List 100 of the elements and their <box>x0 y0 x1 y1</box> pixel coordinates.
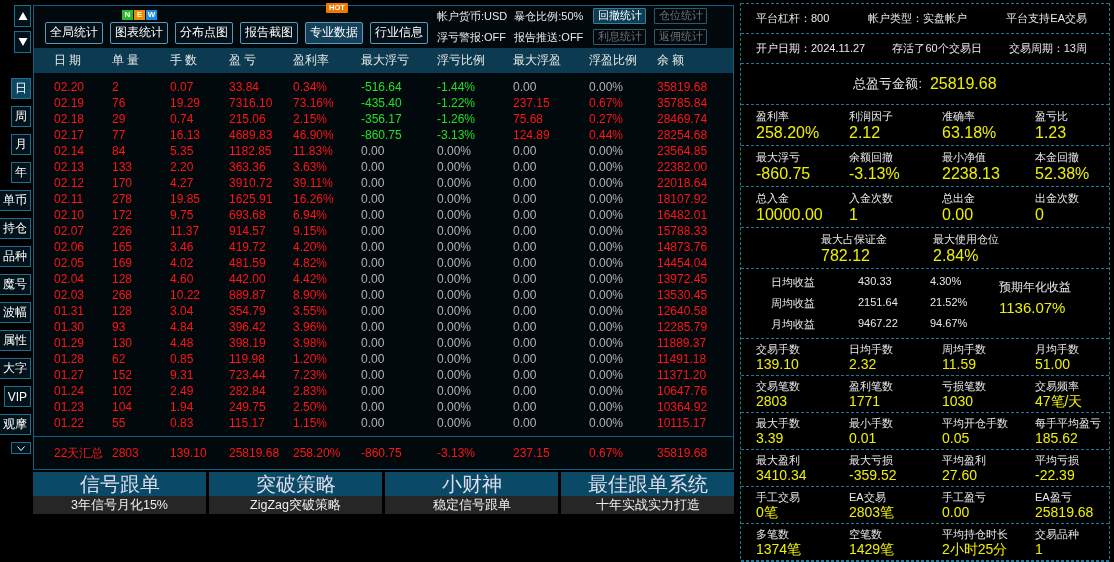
sidebar-tab[interactable]: 持仓 <box>0 218 31 239</box>
banner-subtitle[interactable]: 十年实战实力打造 <box>561 496 734 514</box>
banner-title[interactable]: 小财神 <box>385 472 558 496</box>
table-cell-text: 02.11 <box>54 191 85 207</box>
table-cell-text: 3.46 <box>170 239 195 255</box>
column-header: 浮亏比例 <box>437 51 486 69</box>
table-cell-text: 119.98 <box>229 351 266 367</box>
stat-label: 最大手数 <box>756 416 801 430</box>
sidebar-tab[interactable]: VIP <box>3 386 31 407</box>
scroll-up-button[interactable] <box>14 5 31 27</box>
table-cell-text: 0.00% <box>589 303 625 319</box>
stat-value: 1030 <box>942 393 975 410</box>
stat-value: 1 <box>849 205 859 224</box>
banner-title[interactable]: 突破策略 <box>209 472 382 496</box>
toolbar-tab[interactable]: 报告截图 <box>240 21 298 44</box>
banner-title[interactable]: 信号跟单 <box>33 472 206 496</box>
stat-value: 2.32 <box>849 356 878 373</box>
table-cell-text: 0.00 <box>513 383 538 399</box>
table-cell-text: 3.55% <box>293 303 329 319</box>
table-cell-text: 0.00% <box>589 175 625 191</box>
table-cell-text: 0.00% <box>589 383 625 399</box>
scroll-down-button[interactable] <box>14 31 31 53</box>
table-cell-text: 28469.74 <box>657 111 709 127</box>
sidebar-tab[interactable]: 魔号 <box>0 274 31 295</box>
banner-subtitle[interactable]: 3年信号月化15% <box>33 496 206 514</box>
column-header: 单 量 <box>112 51 141 69</box>
table-cell-text: 0.00 <box>513 319 538 335</box>
table-cell-text: 0.00% <box>437 287 473 303</box>
table-cell-text: 01.27 <box>54 367 86 383</box>
table-cell-text: -435.40 <box>361 95 403 111</box>
toolbar-tab[interactable]: 分布点图 <box>175 21 233 44</box>
table-cell-text: 1.20% <box>293 351 329 367</box>
average-percent: 4.30% <box>930 275 963 289</box>
stat-value: 2238.13 <box>942 164 1001 183</box>
table-cell-text: 0.00% <box>437 143 473 159</box>
table-cell-text: 01.31 <box>54 303 86 319</box>
table-cell-text: 115.17 <box>229 415 266 431</box>
table-cell-text: 4.82% <box>293 255 329 271</box>
table-cell-text: 0.00 <box>513 367 538 383</box>
expand-button[interactable] <box>11 442 31 454</box>
table-cell-text: 0.00% <box>437 159 473 175</box>
sidebar-tab[interactable]: 日 <box>11 78 31 99</box>
stat-value: 0 <box>1035 205 1045 224</box>
table-cell-text: 0.00 <box>513 335 538 351</box>
sidebar-tab[interactable]: 单币 <box>0 190 31 211</box>
toolbar-tab[interactable]: 图表统计 <box>110 21 168 44</box>
sidebar-tab[interactable]: 月 <box>11 134 31 155</box>
banner-title[interactable]: 最佳跟单系统 <box>561 472 734 496</box>
table-cell-text: 0.00 <box>513 223 538 239</box>
toolbar-tab[interactable]: 全局统计 <box>45 21 103 44</box>
summary-cell-text: 2803 <box>112 445 140 461</box>
sidebar-tab[interactable]: 波幅 <box>0 302 31 323</box>
table-cell-text: 2.83% <box>293 383 329 399</box>
table-cell-text: 9.15% <box>293 223 329 239</box>
table-cell-text: 165 <box>112 239 134 255</box>
sidebar-tab[interactable]: 周 <box>11 106 31 127</box>
table-cell-text: 0.00% <box>437 239 473 255</box>
table-cell-text: 76 <box>112 95 127 111</box>
banner-subtitle[interactable]: 稳定信号跟单 <box>385 496 558 514</box>
table-cell-text: 19.85 <box>170 191 202 207</box>
table-cell-text: 0.00% <box>437 383 473 399</box>
toolbar-tab[interactable]: 专业数据 <box>305 21 363 44</box>
new-badge-letter: W <box>146 9 157 20</box>
table-cell-text: 0.00 <box>361 143 386 159</box>
stat-label: 空笔数 <box>849 527 883 541</box>
sidebar-tab[interactable]: 观摩 <box>0 414 31 435</box>
table-cell-text: 102 <box>112 383 134 399</box>
table-cell-text: 10647.76 <box>657 383 709 399</box>
table-cell-text: 3910.72 <box>229 175 274 191</box>
table-cell-text: 914.57 <box>229 223 267 239</box>
table-cell-text: 29 <box>112 111 127 127</box>
table-cell-text: 282.84 <box>229 383 267 399</box>
banner-subtitle[interactable]: ZigZag突破策略 <box>209 496 382 514</box>
stat-label: 交易手数 <box>756 342 801 356</box>
table-cell-text: 84 <box>112 143 127 159</box>
table-cell-text: 7316.10 <box>229 95 274 111</box>
table-cell-text: 1625.91 <box>229 191 274 207</box>
table-cell-text: 5.35 <box>170 143 195 159</box>
table-cell-text: 73.16% <box>293 95 335 111</box>
sidebar-tab[interactable]: 大字 <box>0 358 31 379</box>
account-detail: 交易周期：13周 <box>1008 41 1087 56</box>
stat-value: -359.52 <box>849 467 898 484</box>
stat-label: 日均手数 <box>849 342 894 356</box>
sidebar-tab[interactable]: 年 <box>11 162 31 183</box>
table-cell-text: 0.00% <box>437 303 473 319</box>
stat-label: 手工盈亏 <box>942 490 987 504</box>
toolbar-tab[interactable]: 行业信息 <box>370 21 428 44</box>
table-cell-text: -1.44% <box>437 79 477 95</box>
table-cell-text: 01.30 <box>54 319 86 335</box>
table-cell-text: 01.24 <box>54 383 86 399</box>
sidebar-tab[interactable]: 品种 <box>0 246 31 267</box>
table-cell-text: 3.96% <box>293 319 329 335</box>
sidebar-tab[interactable]: 属性 <box>0 330 31 351</box>
table-cell-text: 4.02 <box>170 255 195 271</box>
stats-button[interactable]: 回撤统计 <box>593 8 647 25</box>
table-cell-text: 133 <box>112 159 134 175</box>
table-cell-text: 0.00 <box>361 415 386 431</box>
table-cell-text: 0.00% <box>437 399 473 415</box>
table-cell-text: 10.22 <box>170 287 202 303</box>
column-header: 日 期 <box>54 51 83 69</box>
